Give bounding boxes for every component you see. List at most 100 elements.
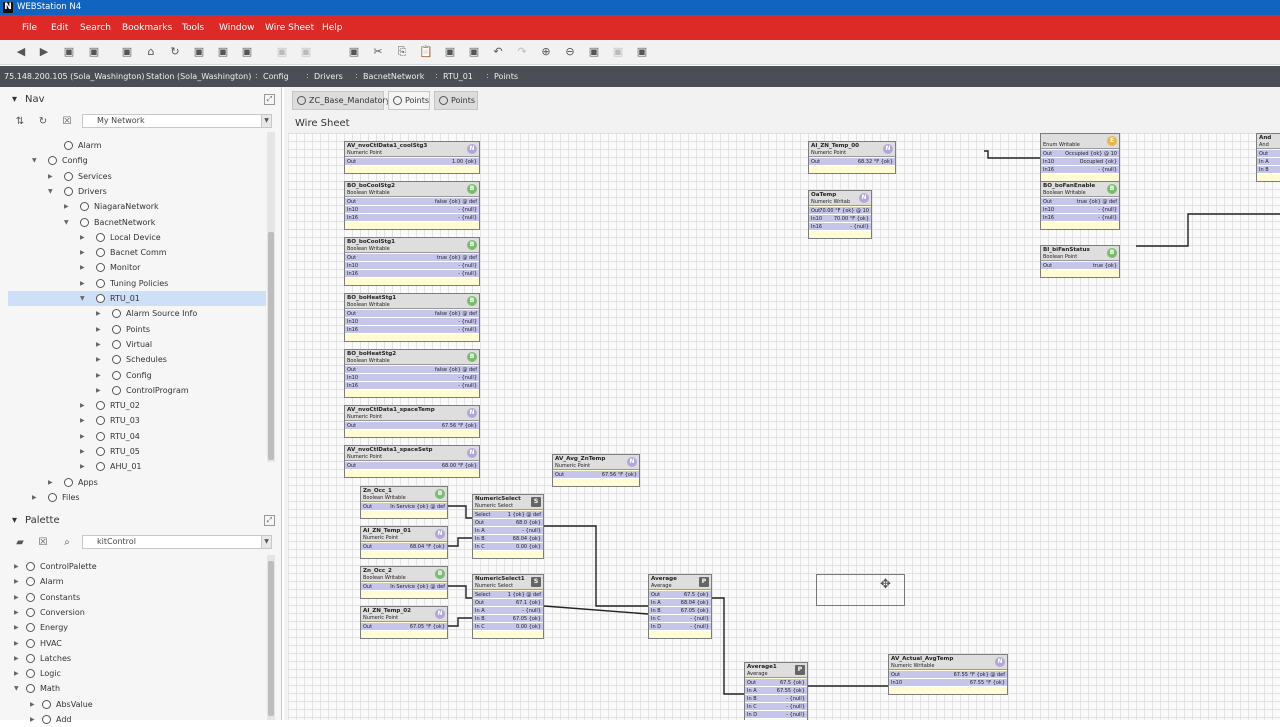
chevron-right-icon[interactable]: ▶ (14, 605, 22, 620)
slot-row[interactable]: In B 68.04 {ok} (473, 535, 543, 543)
slot-row[interactable]: In16 - {null} (1041, 166, 1119, 174)
duplicate-icon[interactable]: ▣ (443, 45, 457, 59)
save-all-icon[interactable]: ▣ (299, 45, 313, 59)
slot-row[interactable]: Out false {ok} @ def (345, 198, 479, 206)
slot-row[interactable]: Out 68.0 {ok} (473, 519, 543, 527)
slot-row[interactable]: Out true {ok} (1041, 262, 1119, 270)
nav-tree-item[interactable]: ▶ NiagaraNetwork (8, 199, 266, 214)
nav-tree-item[interactable]: ▼ BacnetNetwork (8, 215, 266, 230)
slot-row[interactable]: In10 - {null} (345, 374, 479, 382)
home-icon[interactable]: ⌂ (144, 45, 158, 59)
wiresheet-block[interactable]: AI_ZN_Temp_01 Numeric Point N Out 68.04 °F {… (360, 526, 448, 559)
chevron-right-icon[interactable]: ▶ (14, 590, 22, 605)
palette-item[interactable]: ▶ Latches (8, 651, 266, 666)
slot-row[interactable]: Out 67.56 °F {ok} (553, 471, 639, 479)
folder-icon[interactable]: ▣ (62, 45, 76, 59)
palette-item[interactable]: ▶ Energy (8, 620, 266, 635)
back-icon[interactable]: ◀ (14, 45, 28, 59)
nav-tree-item[interactable]: ▶ Schedules (8, 352, 266, 367)
palette-item[interactable]: ▼ Math (8, 681, 266, 696)
wiresheet-block[interactable]: BO_boHeatStg2 Boolean Writable B Out false {… (344, 349, 480, 398)
chevron-right-icon[interactable]: ▶ (14, 574, 22, 589)
palette-scrollbar[interactable] (267, 555, 275, 720)
slot-row[interactable]: In B 67.05 {ok} (649, 607, 711, 615)
nav-tree-item[interactable]: ▶ Virtual (8, 337, 266, 352)
chevron-right-icon[interactable]: ▶ (80, 413, 88, 428)
delete-icon[interactable]: ▣ (467, 45, 481, 59)
palette-maximize-icon[interactable]: ⤢ (264, 515, 275, 526)
slot-row[interactable]: In10 - {null} (345, 206, 479, 214)
chevron-right-icon[interactable]: ▶ (48, 475, 56, 490)
nav-tree-item[interactable]: ▶ AHU_01 (8, 459, 266, 474)
slot-row[interactable]: In10 70.00 °F {ok} (809, 215, 871, 223)
paste-icon[interactable]: 📋 (419, 45, 433, 59)
palette-item[interactable]: ▶ Constants (8, 590, 266, 605)
chevron-right-icon[interactable]: ▶ (80, 260, 88, 275)
chevron-right-icon[interactable]: ▶ (96, 306, 104, 321)
nav-tree-item[interactable]: ▶ RTU_05 (8, 444, 266, 459)
chevron-down-icon[interactable]: ▼ (261, 536, 271, 548)
slot-row[interactable]: Out 67.56 °F {ok} (345, 422, 479, 430)
zoom-out-icon[interactable]: ⊖ (563, 45, 577, 59)
zoom-in-icon[interactable]: ⊕ (539, 45, 553, 59)
slot-row[interactable]: Out 67.1 {ok} (473, 599, 543, 607)
slot-row[interactable]: In C 0.00 {ok} (473, 543, 543, 551)
close-icon[interactable]: ☒ (61, 116, 73, 128)
edit-icon[interactable]: ▣ (347, 45, 361, 59)
move-icon[interactable]: ✥ (880, 577, 891, 592)
palette-item[interactable]: ▶ ControlPalette (8, 559, 266, 574)
wiresheet-block[interactable]: NumericSelect Numeric Select S Select 1 {ok}… (472, 494, 544, 559)
tab-points[interactable]: Points (434, 91, 478, 110)
wiresheet-block[interactable]: BI_biFanStatus Boolean Point B Out true {ok} (1040, 245, 1120, 278)
chevron-right-icon[interactable]: ▶ (14, 620, 22, 635)
save-icon[interactable]: ▣ (120, 45, 134, 59)
chevron-down-icon[interactable]: ▼ (261, 115, 271, 127)
chevron-right-icon[interactable]: ▶ (14, 651, 22, 666)
wiresheet-block[interactable]: NumericSelect1 Numeric Select S Select 1 {ok… (472, 574, 544, 639)
wiresheet-block[interactable]: BO_boCoolStg1 Boolean Writable B Out true {o… (344, 237, 480, 286)
chevron-right-icon[interactable]: ▶ (80, 245, 88, 260)
chevron-right-icon[interactable]: ▶ (80, 230, 88, 245)
chevron-right-icon[interactable]: ▶ (64, 199, 72, 214)
forward-icon[interactable]: ▶ (37, 45, 51, 59)
chevron-right-icon[interactable]: ▶ (80, 444, 88, 459)
slot-row[interactable]: In16 - {null} (345, 326, 479, 334)
slot-row[interactable]: Out 67.05 °F {ok} (361, 623, 447, 631)
slot-row[interactable]: Out 68.32 °F {ok} (809, 158, 895, 166)
list-icon[interactable]: ▣ (216, 45, 230, 59)
slot-row[interactable]: Out false {ok} @ def (345, 366, 479, 374)
palette-item[interactable]: ▶ Alarm (8, 574, 266, 589)
chevron-right-icon[interactable]: ▶ (96, 322, 104, 337)
slot-row[interactable]: Out 68.00 °F {ok} (345, 462, 479, 470)
nav-tree-item[interactable]: ▶ Alarm Source Info (8, 306, 266, 321)
wiresheet-block[interactable]: AV_nvoCtlData1_spaceTemp Numeric Point N Ou… (344, 405, 480, 438)
wire-link[interactable] (1136, 213, 1280, 247)
wiresheet-block[interactable]: AI_ZN_Temp_00 Numeric Point N Out 68.32 °F {… (808, 141, 896, 174)
nav-tree-item[interactable]: ▶ Bacnet Comm (8, 245, 266, 260)
wire-link[interactable] (448, 505, 472, 519)
nav-tree-item[interactable]: ▼ RTU_01 (8, 291, 266, 306)
slot-row[interactable]: In16 - {null} (345, 270, 479, 278)
slot-row[interactable]: In A 67.55 {ok} (745, 687, 807, 695)
wiresheet-block[interactable]: AV_Actual_AvgTemp Numeric Writable N Out 67.… (888, 654, 1008, 695)
slot-row[interactable]: In10 Occupied {ok} (1041, 158, 1119, 166)
slot-row[interactable]: Out In Service {ok} @ def (361, 503, 447, 511)
slot-row[interactable]: Out 67.55 °F {ok} @ def (889, 671, 1007, 679)
chevron-right-icon[interactable]: ▶ (14, 636, 22, 651)
slot-row[interactable]: Out (1257, 150, 1280, 158)
slot-row[interactable]: In16 - {null} (809, 223, 871, 231)
wire-link[interactable] (448, 617, 472, 627)
wire-link[interactable] (448, 537, 472, 547)
tab-points[interactable]: Points (388, 91, 430, 110)
slot-row[interactable]: In B - {null} (745, 695, 807, 703)
sync-icon[interactable]: ⇅ (14, 116, 26, 128)
wire-link[interactable] (712, 597, 744, 695)
nav-tree-item[interactable]: ▶ Tuning Policies (8, 276, 266, 291)
chevron-right-icon[interactable]: ▶ (96, 368, 104, 383)
edit-icon[interactable]: ▣ (192, 45, 206, 59)
wire-link[interactable] (448, 585, 472, 599)
chevron-right-icon[interactable]: ▶ (96, 337, 104, 352)
menu-tools[interactable]: Tools (182, 23, 204, 33)
wiresheet-block[interactable]: AV_nvoCtlData1_spaceSetp Numeric Point N Ou… (344, 445, 480, 478)
palette-combo[interactable]: kitControl ▼ (82, 535, 272, 549)
